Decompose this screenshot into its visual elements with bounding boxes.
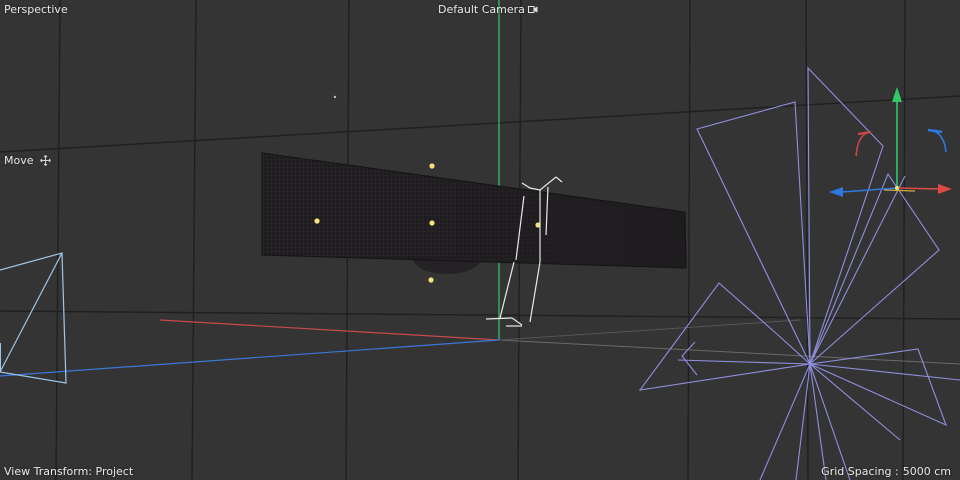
- gizmo-x-axis: [896, 187, 941, 190]
- active-tool-label: Move: [4, 154, 34, 167]
- world-axis-z-negative: [498, 319, 801, 341]
- handle-left: [314, 218, 320, 224]
- view-transform-value: Project: [95, 465, 134, 478]
- camera-label: Default Camera: [438, 3, 525, 16]
- gizmo-rotate-x-handle: [855, 131, 872, 157]
- light-object[interactable]: [0, 252, 67, 384]
- world-axis-x: [159, 319, 500, 341]
- viewport-scene[interactable]: [0, 0, 960, 480]
- active-tool-indicator: Move: [4, 154, 51, 167]
- gizmo-x-arrow: [938, 184, 952, 194]
- move-icon: [39, 155, 51, 166]
- camera-selector[interactable]: Default Camera: [438, 3, 538, 16]
- gizmo-center-bar: [883, 189, 916, 192]
- handle-top: [429, 163, 435, 169]
- plane-mesh-object[interactable]: [261, 152, 687, 269]
- handle-bottom: [428, 277, 434, 283]
- move-gizmo[interactable]: [829, 87, 952, 197]
- world-axis-x-negative: [498, 339, 960, 365]
- view-transform-label: View Transform:: [4, 465, 93, 478]
- camera-switch-icon[interactable]: [527, 5, 538, 15]
- gizmo-center: [895, 186, 899, 190]
- grid-spacing-value: 5000 cm: [902, 465, 951, 478]
- handle-center: [429, 220, 435, 226]
- 3d-viewport[interactable]: Perspective Default Camera Move View Tra…: [0, 0, 960, 480]
- null-point: [333, 95, 337, 99]
- grid-spacing-label: Grid Spacing :: [821, 465, 899, 478]
- gizmo-z-arrow: [829, 187, 843, 197]
- view-name-label[interactable]: Perspective: [4, 3, 68, 16]
- grid-spacing-status: Grid Spacing : 5000 cm: [821, 465, 951, 478]
- gizmo-y-arrow: [892, 87, 902, 102]
- gizmo-rotate-z-handle: [927, 129, 947, 153]
- view-transform-status: View Transform: Project: [4, 465, 133, 478]
- world-axis-z: [0, 339, 500, 377]
